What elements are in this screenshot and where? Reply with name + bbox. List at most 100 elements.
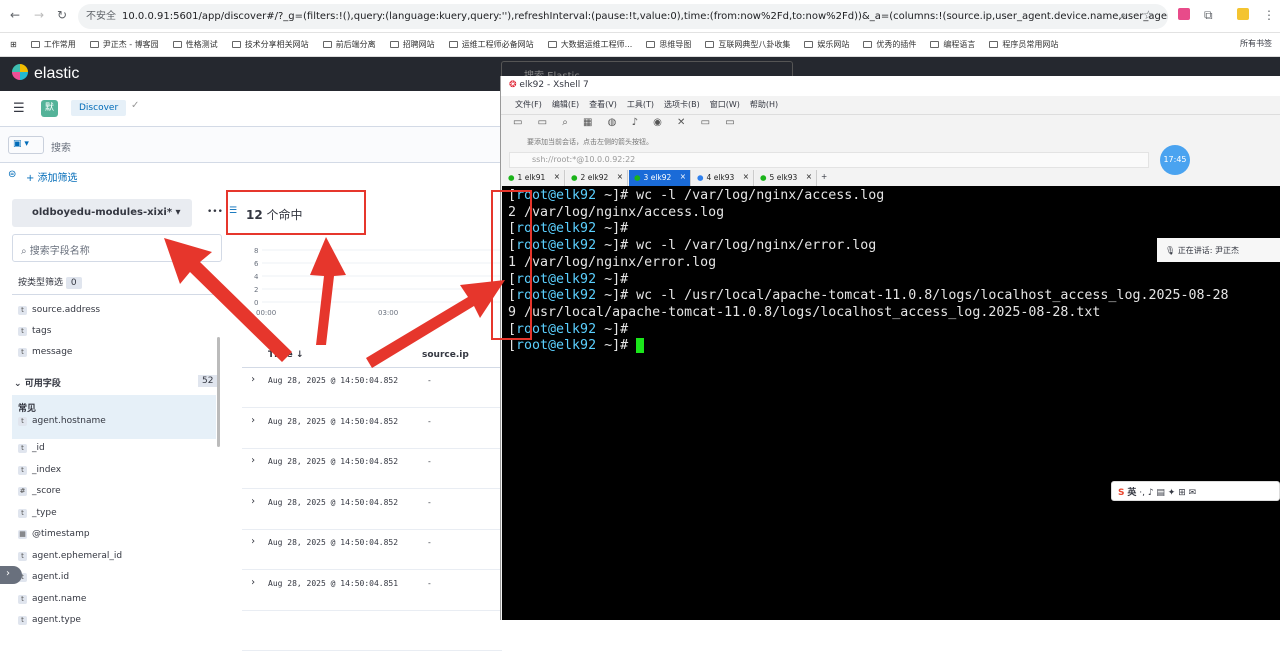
menu-item[interactable]: 选项卡(B)	[664, 100, 700, 109]
bookmark-item[interactable]: 尹正杰 - 博客园	[89, 33, 159, 56]
available-fields-header[interactable]: ⌄ 可用字段	[14, 376, 61, 389]
elastic-logo[interactable]: elastic	[12, 64, 79, 83]
star-icon[interactable]: ☆	[1143, 8, 1154, 22]
menu-icon[interactable]: ⋮	[1263, 8, 1275, 22]
prompt-suffix: ~]#	[596, 338, 637, 354]
bookmark-item[interactable]: 技术分享相关网站	[231, 33, 309, 56]
table-row[interactable]: › Aug 28, 2025 @ 14:50:04.852 -	[242, 530, 502, 570]
expand-row-icon[interactable]: ›	[250, 496, 256, 507]
expand-row-icon[interactable]: ›	[250, 536, 256, 547]
session-address[interactable]: ssh://root:*@10.0.0.92:22	[509, 152, 1149, 168]
tab-close-icon[interactable]: ×	[680, 172, 686, 181]
bookmark-item[interactable]: 娱乐网站	[804, 33, 849, 56]
field-item[interactable]: t agent.type	[18, 615, 81, 625]
space-avatar[interactable]: 默	[41, 100, 58, 117]
tab-close-icon[interactable]: ×	[617, 172, 623, 181]
x-tick-label: 00:00	[256, 309, 276, 317]
collapse-sidebar-button[interactable]: ›	[0, 566, 22, 584]
bookmark-item[interactable]: 程序员常用网站	[989, 33, 1058, 56]
folder-icon	[705, 41, 715, 48]
tab-close-icon[interactable]: ×	[806, 172, 812, 181]
hamburger-icon[interactable]: ☰	[13, 101, 25, 116]
field-item[interactable]: t agent.name	[18, 594, 86, 604]
session-tab[interactable]: ● 4 elk93 ×	[692, 170, 754, 186]
bookmark-item[interactable]: 招聘网站	[389, 33, 435, 56]
bookmark-item[interactable]: 运维工程师必备网站	[448, 33, 534, 56]
folder-icon	[389, 41, 399, 48]
common-label: 常见	[18, 404, 37, 414]
bookmark-item[interactable]: 前后端分离	[322, 33, 376, 56]
address-bar[interactable]: 不安全 10.0.0.91:5601/app/discover#/?_g=(fil…	[78, 4, 1168, 29]
ime-toolbar[interactable]: S 英 ·, ♪ ▤ ✦ ⊞ ✉	[1111, 481, 1280, 501]
back-icon[interactable]: ←	[10, 8, 20, 22]
filter-options-icon[interactable]: ⊜	[8, 169, 16, 180]
table-row[interactable]: › Aug 28, 2025 @ 14:50:04.852 -	[242, 409, 502, 449]
menu-item[interactable]: 窗口(W)	[710, 100, 740, 109]
tab-close-icon[interactable]: ×	[743, 172, 749, 181]
xshell-toolbar[interactable]: ▭ ▭ ⌕ ▦ ◍ ♪ ◉ ✕ ▭ ▭	[501, 114, 1280, 134]
bookmark-item[interactable]: 性格测试	[172, 33, 218, 56]
menu-item[interactable]: 文件(F)	[515, 100, 542, 109]
save-query-icon[interactable]: ▣ ▾	[8, 136, 44, 154]
tab-close-icon[interactable]: ×	[554, 172, 560, 181]
menu-item[interactable]: 工具(T)	[627, 100, 654, 109]
expand-row-icon[interactable]: ›	[250, 415, 256, 426]
field-search-input[interactable]: ⌕ 搜索字段名称	[12, 234, 222, 262]
bookmark-item[interactable]: 优秀的插件	[863, 33, 916, 56]
session-tab[interactable]: ● 2 elk92 ×	[566, 170, 628, 186]
bookmark-item[interactable]: 互联网典型八卦收集	[705, 33, 790, 56]
table-row[interactable]: › Aug 28, 2025 @ 14:50:04.852 -	[242, 368, 502, 408]
field-item[interactable]: ▦ @timestamp	[18, 529, 90, 539]
menu-item[interactable]: 查看(V)	[589, 100, 617, 109]
reload-icon[interactable]: ↻	[57, 8, 67, 22]
table-row[interactable]: › Aug 28, 2025 @ 14:50:04.852 -	[242, 449, 502, 489]
menu-item[interactable]: 编辑(E)	[552, 100, 579, 109]
query-input[interactable]: 搜索	[51, 139, 71, 154]
zoom-icon[interactable]: ⌕	[1120, 8, 1127, 23]
bookmark-item[interactable]: 大数据运维工程师...	[547, 33, 632, 56]
breadcrumb-discover[interactable]: Discover	[71, 100, 127, 116]
field-item[interactable]: t tags	[18, 326, 51, 336]
filter-by-type[interactable]: 按类型筛选 0	[12, 267, 222, 295]
forward-icon[interactable]: →	[34, 8, 44, 22]
bookmark-item[interactable]: 工作常用	[30, 33, 76, 56]
field-item[interactable]: t agent.id	[18, 572, 69, 582]
row-time: Aug 28, 2025 @ 14:50:04.852	[268, 538, 399, 547]
new-tab-icon[interactable]: +	[821, 172, 827, 181]
index-pattern-select[interactable]: oldboyedu-modules-xixi* ▾	[12, 199, 192, 227]
col-time[interactable]: Time ↓	[268, 350, 303, 360]
field-item[interactable]: t message	[18, 347, 72, 357]
bookmark-item[interactable]: 编程语言	[930, 33, 975, 56]
field-item[interactable]: t agent.hostname	[18, 416, 106, 426]
extension-icon[interactable]	[1178, 8, 1190, 20]
field-item[interactable]: # _score	[18, 486, 61, 496]
row-time: Aug 28, 2025 @ 14:50:04.851	[268, 578, 399, 588]
field-item[interactable]: t _id	[18, 443, 45, 453]
field-item[interactable]: t _type	[18, 508, 57, 518]
terminal-line: [root@elk92 ~]#	[508, 272, 1280, 289]
ime-language[interactable]: 英	[1127, 488, 1136, 498]
session-tab[interactable]: ● 1 elk91 ×	[503, 170, 565, 186]
extensions-icon[interactable]: ⧉	[1204, 8, 1213, 23]
menu-item[interactable]: 帮助(H)	[750, 100, 778, 109]
apps-icon[interactable]: ⊞	[10, 33, 17, 56]
col-source-ip[interactable]: source.ip	[422, 350, 469, 360]
session-tab[interactable]: ● 3 elk92 ×	[629, 170, 691, 186]
expand-row-icon[interactable]: ›	[250, 577, 256, 588]
field-item[interactable]: t source.address	[18, 305, 100, 315]
all-bookmarks[interactable]: 所有书签	[1240, 38, 1272, 49]
add-filter-link[interactable]: + 添加筛选	[26, 169, 78, 184]
table-row[interactable]: › Aug 28, 2025 @ 14:50:04.852 -	[242, 490, 502, 530]
profile-icon[interactable]	[1237, 8, 1249, 20]
table-row[interactable]	[242, 611, 502, 651]
sidebar-scrollbar[interactable]	[217, 337, 220, 447]
more-options-icon[interactable]: •••	[207, 207, 223, 217]
bookmark-item[interactable]: 思维导图	[646, 33, 691, 56]
session-tab[interactable]: ● 5 elk93 ×	[755, 170, 817, 186]
field-item[interactable]: t _index	[18, 465, 61, 475]
y-tick-label: 2	[254, 286, 258, 294]
expand-row-icon[interactable]: ›	[250, 374, 256, 385]
expand-row-icon[interactable]: ›	[250, 455, 256, 466]
table-row[interactable]: › Aug 28, 2025 @ 14:50:04.851 -	[242, 571, 502, 611]
field-item[interactable]: t agent.ephemeral_id	[18, 551, 122, 561]
